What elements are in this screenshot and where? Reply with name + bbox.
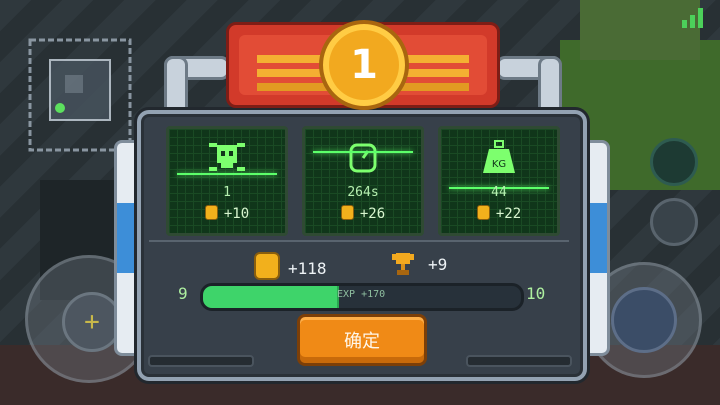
joystick-knob-icon[interactable]: +: [62, 292, 122, 352]
rank-medal: 1: [319, 20, 409, 110]
left-wing-icon: [257, 55, 327, 63]
exp-bar: EXP +170: [200, 283, 524, 311]
exp-bar-fill: [203, 286, 339, 308]
panel-bottom-strip-right: [466, 355, 572, 367]
time-reward: +26: [305, 205, 421, 222]
kills-reward: +10: [169, 205, 285, 222]
current-level: 9: [178, 284, 188, 303]
weight-value: 44: [491, 185, 507, 200]
coin-icon: [254, 252, 280, 280]
coin-icon: [476, 205, 490, 220]
minimap[interactable]: [20, 20, 150, 160]
divider: [149, 240, 569, 242]
right-wing-icon: [399, 55, 469, 63]
coin-icon: [340, 205, 354, 220]
stat-card-time: 264s +26: [302, 126, 424, 236]
kills-value: 1: [223, 185, 231, 200]
weapon-icon: [611, 287, 677, 353]
stat-card-weight: KG 44 +22: [438, 126, 560, 236]
signal-icon: [682, 8, 703, 28]
clock-icon: [349, 143, 377, 173]
skill-button[interactable]: [650, 138, 698, 186]
exp-gain: EXP +170: [337, 289, 386, 300]
time-value: 264s: [347, 185, 379, 200]
weight-reward: +22: [441, 205, 557, 222]
stat-card-kills: 1 +10: [166, 126, 288, 236]
confirm-button[interactable]: 确定: [297, 314, 427, 366]
next-level: 10: [526, 284, 546, 303]
svg-text:KG: KG: [492, 159, 506, 170]
trophy-icon: [392, 253, 414, 275]
rank-number: 1: [350, 42, 378, 88]
panel-bottom-strip-left: [148, 355, 254, 367]
coin-icon: [204, 205, 218, 220]
dice-button[interactable]: [650, 198, 698, 246]
weight-icon: KG: [483, 140, 515, 173]
total-trophies: +9: [392, 252, 447, 276]
total-coins: +118: [254, 252, 327, 280]
